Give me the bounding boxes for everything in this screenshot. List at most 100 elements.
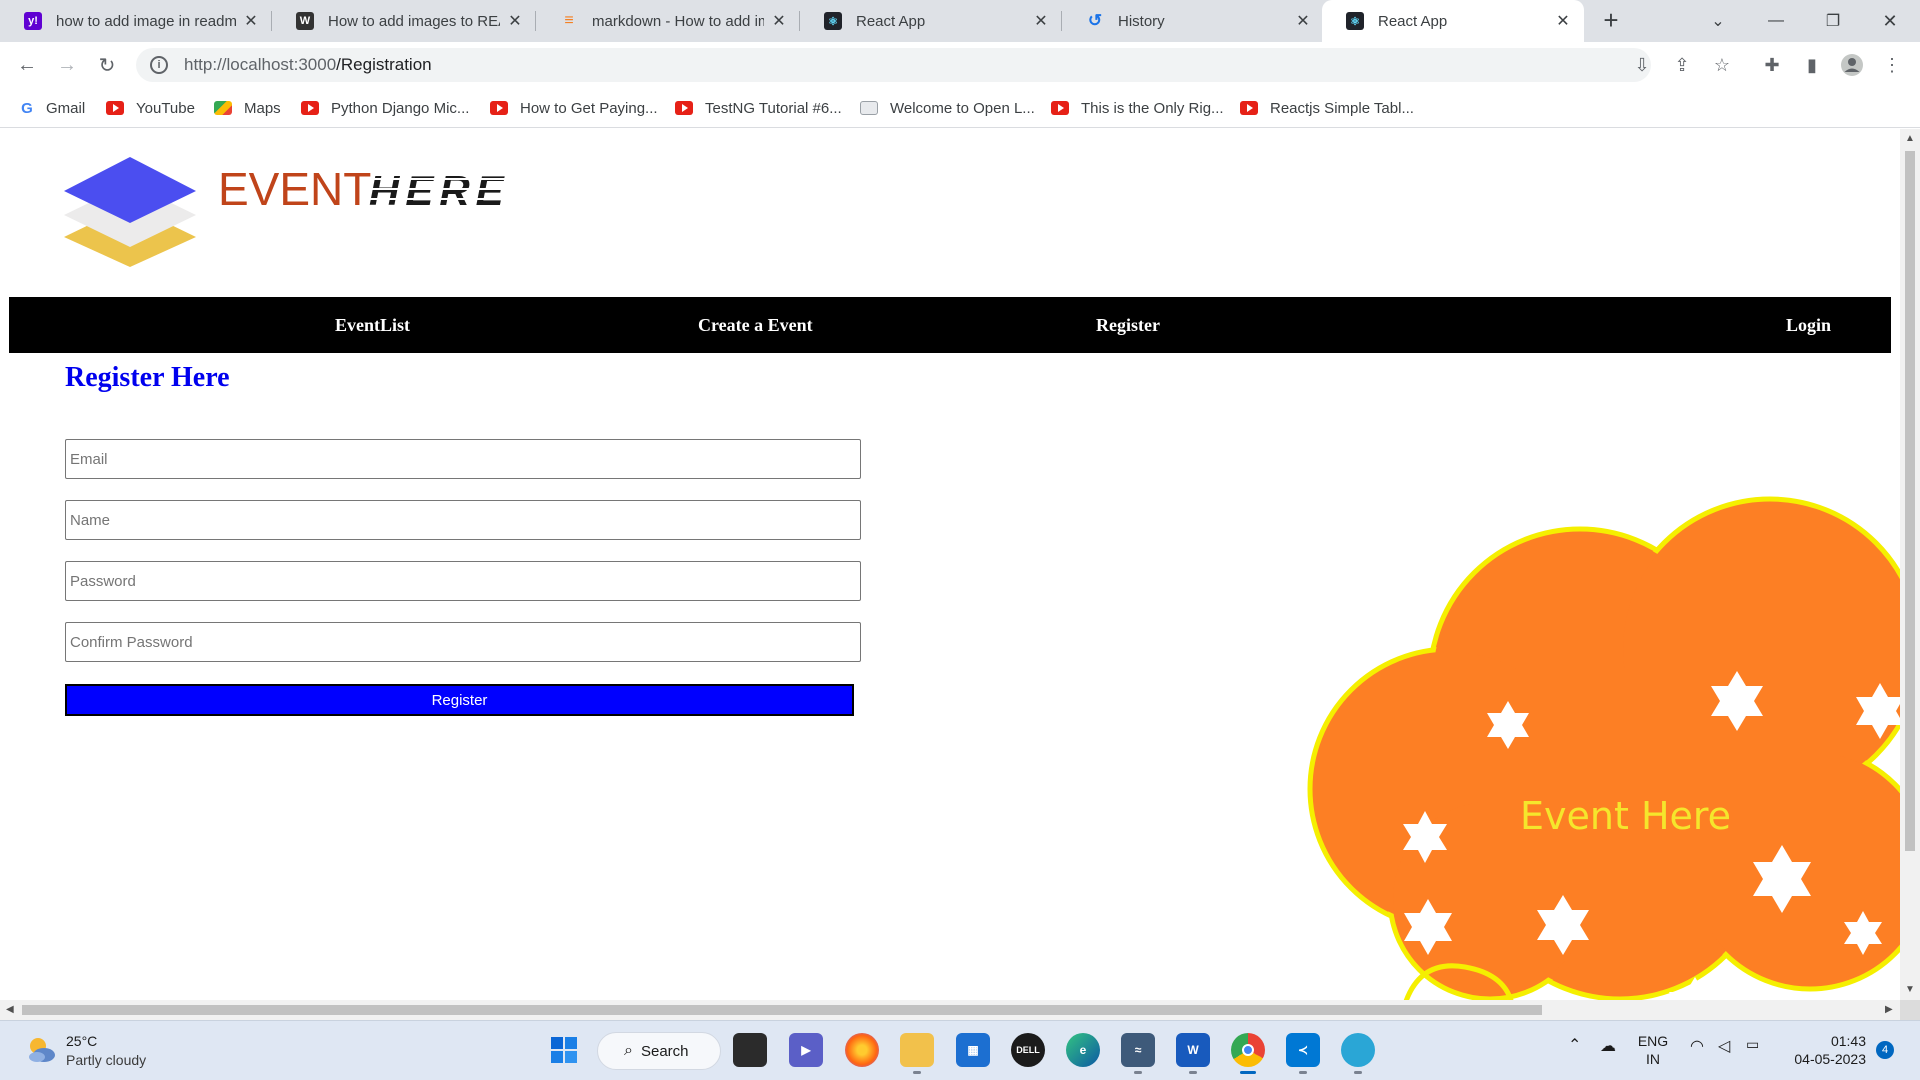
taskbar-search[interactable]: ⌕ Search [597, 1032, 721, 1070]
bookmark-star-icon[interactable]: ☆ [1710, 53, 1734, 77]
edge-icon[interactable]: e [1066, 1033, 1100, 1067]
language-indicator[interactable]: ENG IN [1636, 1032, 1670, 1068]
register-heading: Register Here [65, 362, 230, 393]
register-button[interactable]: Register [65, 684, 854, 716]
windows-logo-icon [551, 1037, 577, 1063]
reload-button[interactable]: ↻ [92, 50, 122, 80]
tab-search-button[interactable]: ⌄ [1695, 0, 1741, 42]
react-icon: ⚛ [1346, 12, 1364, 30]
back-button[interactable]: ← [12, 50, 42, 80]
running-indicator [1299, 1071, 1307, 1074]
region-code: IN [1646, 1051, 1660, 1067]
scrollbar-corner [1900, 1000, 1920, 1020]
scroll-up-arrow-icon[interactable]: ▲ [1905, 133, 1915, 144]
close-icon[interactable]: ✕ [770, 11, 788, 31]
browser-tab[interactable]: ≡ markdown - How to add im ✕ [536, 0, 800, 42]
browser-tab[interactable]: W How to add images to REA ✕ [272, 0, 536, 42]
new-tab-button[interactable]: + [1597, 7, 1625, 35]
close-icon[interactable]: ✕ [506, 11, 524, 31]
bookmark-item[interactable]: YouTube [106, 98, 195, 118]
horizontal-scrollbar[interactable]: ◀ ▶ [0, 1000, 1900, 1020]
close-icon[interactable]: ✕ [242, 11, 260, 31]
eclipse-globe-icon[interactable] [1341, 1033, 1375, 1067]
nav-create-event[interactable]: Create a Event [698, 315, 813, 336]
password-field[interactable] [65, 561, 861, 601]
battery-icon[interactable]: ▭ [1746, 1036, 1759, 1053]
close-window-button[interactable]: ✕ [1867, 0, 1913, 42]
nav-login[interactable]: Login [1786, 315, 1831, 336]
scroll-down-arrow-icon[interactable]: ▼ [1905, 984, 1915, 995]
extensions-icon[interactable]: ✚ [1760, 53, 1784, 77]
browser-tab-active[interactable]: ⚛ React App ✕ [1322, 0, 1584, 42]
scroll-right-arrow-icon[interactable]: ▶ [1885, 1004, 1893, 1015]
notification-badge[interactable]: 4 [1876, 1041, 1894, 1059]
clock-time: 01:43 [1830, 1033, 1866, 1049]
microsoft-store-icon[interactable]: ▦ [956, 1033, 990, 1067]
file-explorer-icon[interactable] [900, 1033, 934, 1067]
running-indicator [1354, 1071, 1362, 1074]
history-icon: ↺ [1087, 11, 1103, 30]
bookmark-item[interactable]: Reactjs Simple Tabl... [1240, 98, 1414, 118]
word-icon[interactable]: W [1176, 1033, 1210, 1067]
bookmark-item[interactable]: G Gmail [20, 98, 85, 118]
stackoverflow-icon: ≡ [564, 12, 574, 29]
name-field[interactable] [65, 500, 861, 540]
scrollbar-thumb[interactable] [22, 1005, 1542, 1015]
browser-tab[interactable]: ⚛ React App ✕ [800, 0, 1062, 42]
clock[interactable]: 01:43 04-05-2023 [1786, 1032, 1866, 1068]
site-info-icon[interactable]: i [150, 56, 168, 74]
bookmark-item[interactable]: How to Get Paying... [490, 98, 658, 118]
wifi-icon[interactable]: ◠ [1690, 1036, 1704, 1056]
close-icon[interactable]: ✕ [1294, 11, 1312, 31]
start-button[interactable] [547, 1033, 581, 1067]
share-icon[interactable]: ⇪ [1670, 53, 1694, 77]
running-indicator [1134, 1071, 1142, 1074]
weather-widget[interactable]: 25°C Partly cloudy [24, 1031, 184, 1071]
chrome-icon[interactable] [1231, 1033, 1265, 1067]
browser-tab[interactable]: y! how to add image in readm ✕ [0, 0, 272, 42]
vertical-scrollbar[interactable]: ▲ ▼ [1900, 129, 1920, 1000]
teams-chat-icon[interactable]: ▶ [789, 1033, 823, 1067]
volume-icon[interactable]: ◁ [1718, 1036, 1730, 1056]
task-view-icon[interactable] [733, 1033, 767, 1067]
address-bar[interactable]: i http://localhost:3000/Registration [136, 48, 1651, 82]
onedrive-icon[interactable]: ☁ [1600, 1036, 1616, 1056]
nav-register[interactable]: Register [1096, 315, 1160, 336]
firefox-icon[interactable] [845, 1033, 879, 1067]
restore-button[interactable]: ❐ [1810, 0, 1856, 42]
bookmark-item[interactable]: TestNG Tutorial #6... [675, 98, 842, 118]
close-icon[interactable]: ✕ [1032, 11, 1050, 31]
dell-icon[interactable]: DELL [1011, 1033, 1045, 1067]
youtube-icon [490, 101, 508, 115]
profile-icon[interactable] [1840, 53, 1864, 77]
bookmark-label: TestNG Tutorial #6... [705, 99, 842, 117]
minimize-button[interactable]: — [1753, 0, 1799, 42]
bookmark-item[interactable]: Welcome to Open L... [860, 98, 1035, 118]
bookmark-label: Reactjs Simple Tabl... [1270, 99, 1414, 117]
install-app-icon[interactable]: ⇩ [1630, 53, 1654, 77]
show-hidden-icons-chevron-icon[interactable]: ⌃ [1568, 1035, 1581, 1055]
menu-icon[interactable]: ⋮ [1880, 53, 1904, 77]
address-url[interactable]: http://localhost:3000/Registration [184, 55, 432, 75]
bookmark-item[interactable]: This is the Only Rig... [1051, 98, 1224, 118]
language-code: ENG [1637, 1033, 1669, 1049]
bookmark-label: Python Django Mic... [331, 99, 470, 117]
forward-button[interactable]: → [52, 50, 82, 80]
browser-toolbar: ← → ↻ i http://localhost:3000/Registrati… [0, 42, 1920, 88]
bookmark-item[interactable]: Python Django Mic... [301, 98, 469, 118]
tab-strip: y! how to add image in readm ✕ W How to … [0, 0, 1920, 42]
close-icon[interactable]: ✕ [1554, 11, 1572, 31]
vscode-icon[interactable]: ≺ [1286, 1033, 1320, 1067]
side-panel-icon[interactable]: ▮ [1800, 53, 1824, 77]
scroll-left-arrow-icon[interactable]: ◀ [6, 1004, 14, 1015]
bookmark-item[interactable]: Maps [214, 98, 281, 118]
weather-temperature: 25°C [66, 1033, 98, 1049]
email-field[interactable] [65, 439, 861, 479]
tab-title: React App [1378, 12, 1448, 30]
scrollbar-thumb[interactable] [1905, 151, 1915, 851]
browser-tab[interactable]: ↺ History ✕ [1062, 0, 1324, 42]
event-here-logo[interactable]: EVENT HERE [64, 149, 524, 269]
confirm-password-field[interactable] [65, 622, 861, 662]
nav-eventlist[interactable]: EventList [335, 315, 410, 336]
mysql-workbench-icon[interactable]: ≈ [1121, 1033, 1155, 1067]
